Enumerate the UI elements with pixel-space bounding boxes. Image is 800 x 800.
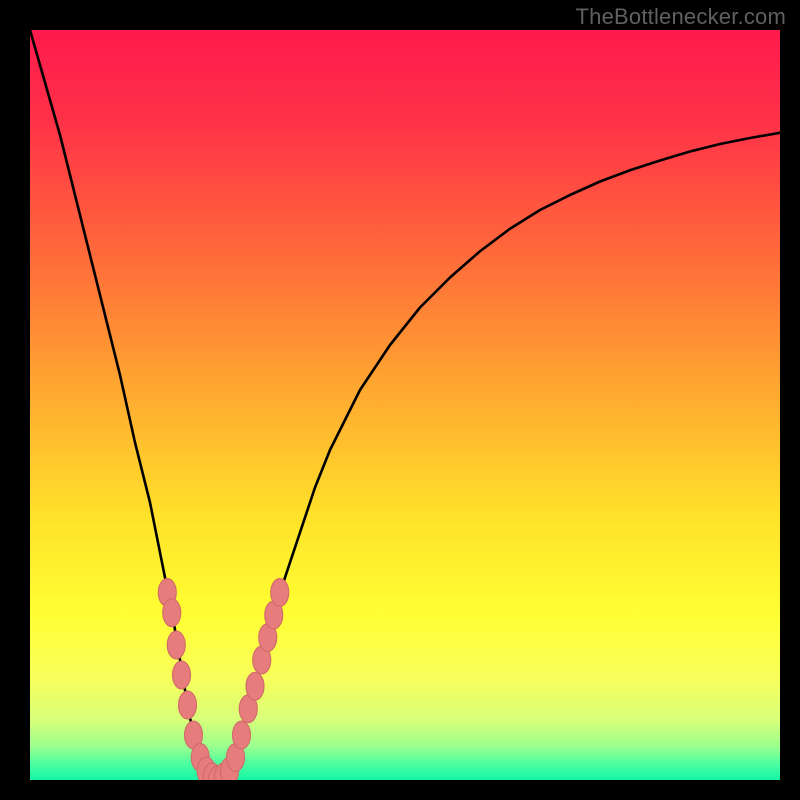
chart-frame: TheBottlenecker.com — [0, 0, 800, 800]
plot-area — [30, 30, 780, 780]
curve-layer — [30, 30, 780, 780]
watermark-text: TheBottlenecker.com — [576, 4, 786, 30]
curve-marker — [233, 721, 251, 749]
curve-marker — [246, 672, 264, 700]
curve-marker — [179, 691, 197, 719]
curve-marker — [167, 631, 185, 659]
marker-group — [158, 579, 289, 780]
curve-marker — [163, 599, 181, 627]
bottleneck-curve — [30, 30, 780, 780]
curve-marker — [173, 661, 191, 689]
curve-marker — [271, 579, 289, 607]
